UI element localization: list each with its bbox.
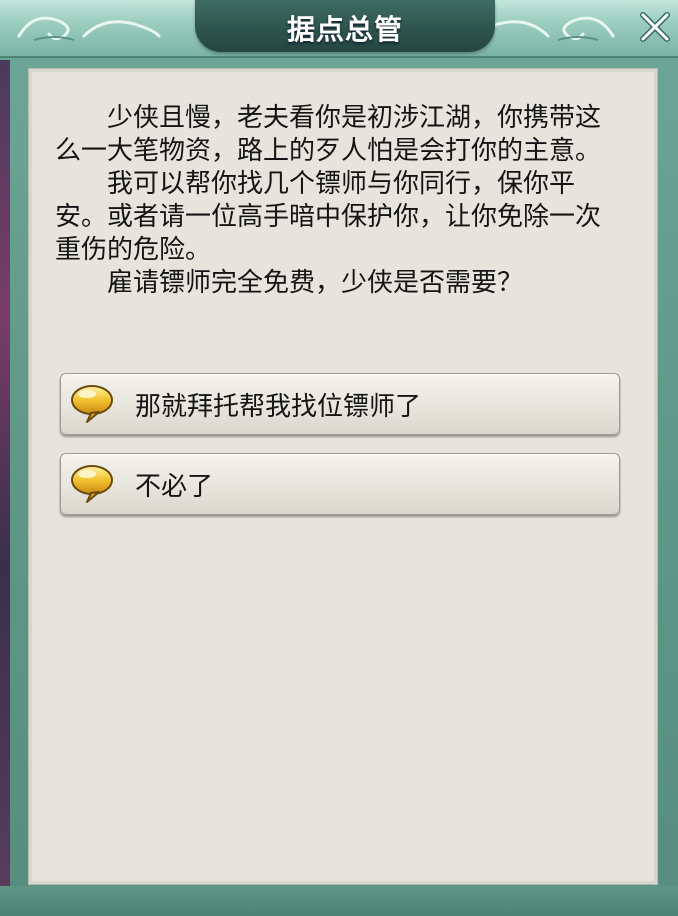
dialog-title: 据点总管 bbox=[286, 13, 403, 46]
dialog-paragraph: 少侠且慢，老夫看你是初涉江湖，你携带这么一大笔物资，路上的歹人怕是会打你的主意。 bbox=[55, 103, 602, 166]
cloud-ornament-left-icon bbox=[17, 16, 161, 41]
option-label: 那就拜托帮我找位镖师了 bbox=[135, 392, 422, 422]
option-hire-escort-button[interactable]: 那就拜托帮我找位镖师了 bbox=[60, 373, 620, 435]
dialog-bottom-border bbox=[0, 886, 678, 916]
background-scenery-edge bbox=[0, 60, 10, 900]
option-label: 不必了 bbox=[135, 472, 214, 502]
close-button[interactable] bbox=[636, 8, 674, 46]
dialog-paragraph: 雇请镖师完全免费，少侠是否需要？ bbox=[107, 268, 524, 298]
dialog-header: 据点总管 bbox=[0, 0, 678, 58]
speech-bubble-icon bbox=[69, 462, 115, 504]
dialog-paragraph: 我可以帮你找几个镖师与你同行，保你平安。或者请一位高手暗中保护你，让你免除一次重… bbox=[55, 169, 602, 265]
npc-dialog-text: 少侠且慢，老夫看你是初涉江湖，你携带这么一大笔物资，路上的歹人怕是会打你的主意。… bbox=[55, 102, 625, 300]
close-icon bbox=[640, 12, 670, 42]
speech-bubble-icon bbox=[69, 382, 115, 424]
option-decline-button[interactable]: 不必了 bbox=[60, 453, 620, 515]
